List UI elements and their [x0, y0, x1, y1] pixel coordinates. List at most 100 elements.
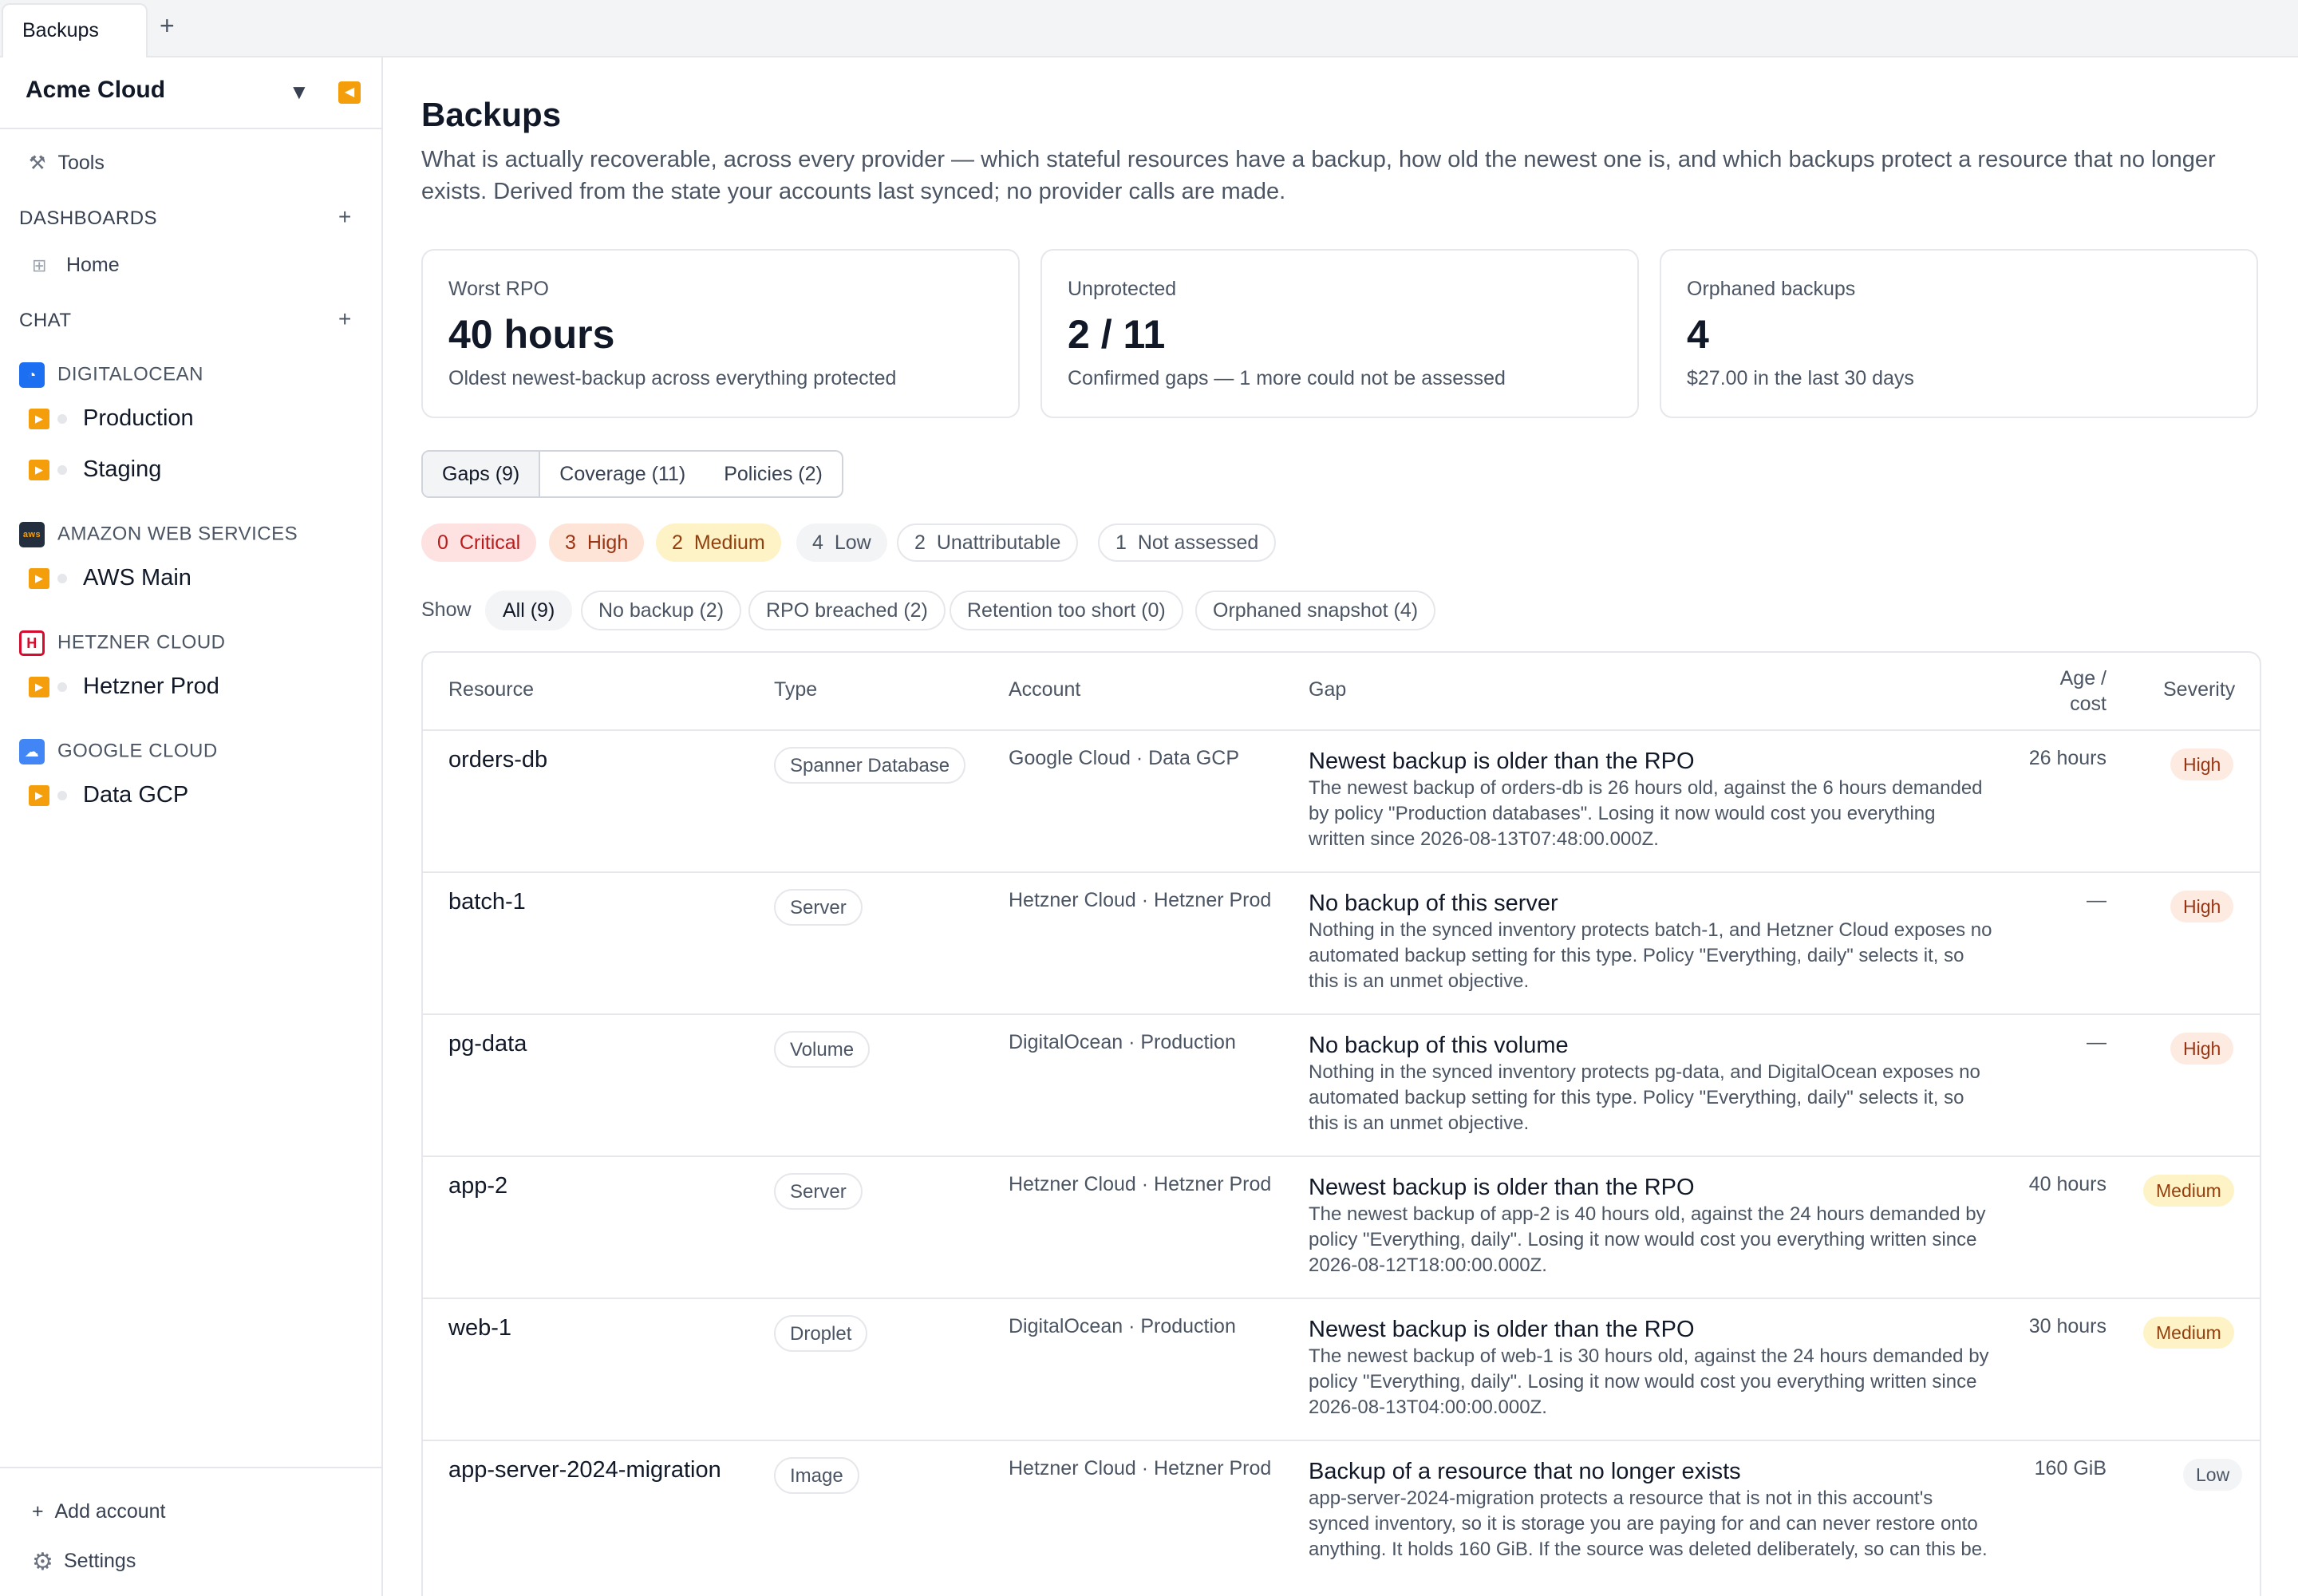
card-value: 4	[1687, 312, 1709, 357]
status-dot	[57, 574, 67, 584]
card-subtext: $27.00 in the last 30 days	[1687, 367, 1914, 389]
status-dot	[57, 682, 67, 693]
table-row[interactable]: web-1 Droplet DigitalOcean · Production …	[423, 1298, 2260, 1440]
table-row[interactable]: orders-db Spanner Database Google Cloud …	[423, 729, 2260, 871]
severity-badge: High	[2170, 749, 2234, 780]
status-dot	[57, 465, 67, 476]
type-badge: Droplet	[774, 1315, 868, 1352]
plus-icon: +	[32, 1500, 55, 1523]
provider-aws: aws AMAZON WEB SERVICES	[19, 522, 298, 547]
settings-button[interactable]: ⚙ Settings	[32, 1548, 136, 1576]
account-item-aws-main[interactable]: ▶ AWS Main	[29, 565, 192, 591]
type-badge: Server	[774, 889, 863, 926]
type-badge: Image	[774, 1457, 859, 1494]
severity-badge: Medium	[2143, 1175, 2234, 1207]
filter-all[interactable]: All (9)	[485, 591, 573, 630]
card-unprotected: Unprotected 2 / 11 Confirmed gaps — 1 mo…	[1040, 249, 1639, 418]
workspace-caret-icon[interactable]: ▼	[289, 80, 310, 105]
filter-no-backup[interactable]: No backup (2)	[581, 591, 742, 630]
filter-orphaned-snapshot[interactable]: Orphaned snapshot (4)	[1195, 591, 1436, 630]
account-cell: DigitalOcean · Production	[1009, 1031, 1236, 1053]
type-badge: Spanner Database	[774, 747, 966, 784]
table-row[interactable]: batch-1 Server Hetzner Cloud · Hetzner P…	[423, 871, 2260, 1013]
collapse-sidebar-icon[interactable]: ◀	[338, 81, 361, 104]
gap-title: No backup of this server	[1309, 891, 1558, 916]
provider-hetzner: H HETZNER CLOUD	[19, 630, 226, 656]
severity-pill-low[interactable]: 4 Low	[796, 523, 887, 562]
column-header-age-cost[interactable]: Age / cost	[2006, 666, 2106, 717]
severity-pill-high[interactable]: 3 High	[549, 523, 645, 562]
gap-title: No backup of this volume	[1309, 1033, 1569, 1058]
age-cost-cell: 40 hours	[2028, 1173, 2106, 1195]
provider-digitalocean: ◔ DIGITALOCEAN	[19, 362, 203, 388]
gear-icon: ⚙	[32, 1549, 53, 1575]
gap-cell: Backup of a resource that no longer exis…	[1309, 1457, 1995, 1562]
pill-count: 3	[565, 531, 576, 554]
gap-description: The newest backup of app-2 is 40 hours o…	[1309, 1203, 1986, 1276]
column-header-gap[interactable]: Gap	[1309, 653, 1346, 701]
page-description: What is actually recoverable, across eve…	[421, 147, 2216, 204]
account-label: Data GCP	[83, 782, 189, 808]
resource-name: orders-db	[448, 747, 548, 772]
account-item-hetzner-prod[interactable]: ▶ Hetzner Prod	[29, 674, 219, 700]
filter-retention-too-short[interactable]: Retention too short (0)	[950, 591, 1183, 630]
column-header-severity[interactable]: Severity	[2163, 653, 2235, 701]
card-value: 40 hours	[448, 312, 615, 357]
column-header-resource[interactable]: Resource	[448, 653, 534, 701]
sidebar-item-tools[interactable]: ⚒ Tools	[29, 152, 105, 175]
column-header-account[interactable]: Account	[1009, 653, 1080, 701]
type-badge: Server	[774, 1173, 863, 1210]
resource-name: app-server-2024-migration	[448, 1457, 721, 1483]
gap-description: The newest backup of orders-db is 26 hou…	[1309, 777, 1983, 850]
play-icon: ▶	[29, 785, 49, 807]
tab-gaps[interactable]: Gaps (9)	[423, 452, 541, 496]
table-row[interactable]: app-2 Server Hetzner Cloud · Hetzner Pro…	[423, 1156, 2260, 1298]
account-item-production[interactable]: ▶ Production	[29, 405, 194, 432]
resource-name: pg-data	[448, 1031, 527, 1057]
grid-icon: ⊞	[32, 255, 47, 275]
tab-policies[interactable]: Policies (2)	[705, 452, 842, 496]
tab-coverage[interactable]: Coverage (11)	[540, 452, 705, 496]
tools-icon: ⚒	[29, 152, 46, 174]
gap-description: app-server-2024-migration protects a res…	[1309, 1487, 1988, 1560]
pill-count: 0	[437, 531, 448, 554]
play-icon: ▶	[29, 568, 49, 590]
table-row[interactable]: pg-data Volume DigitalOcean · Production…	[423, 1013, 2260, 1156]
gap-title: Newest backup is older than the RPO	[1309, 1175, 1695, 1200]
account-item-data-gcp[interactable]: ▶ Data GCP	[29, 782, 188, 808]
resource-name: web-1	[448, 1315, 511, 1341]
account-cell: DigitalOcean · Production	[1009, 1315, 1236, 1337]
column-header-type[interactable]: Type	[774, 653, 817, 701]
account-cell: Google Cloud · Data GCP	[1009, 747, 1240, 769]
severity-pill-critical[interactable]: 0 Critical	[421, 523, 537, 562]
table-row[interactable]: app-server-2024-migration Image Hetzner …	[423, 1440, 2260, 1582]
new-tab-button[interactable]: +	[160, 13, 175, 38]
add-dashboard-button[interactable]: +	[338, 204, 351, 230]
gap-title: Newest backup is older than the RPO	[1309, 749, 1695, 774]
settings-label: Settings	[64, 1550, 136, 1573]
gap-description: Nothing in the synced inventory protects…	[1309, 1061, 1980, 1134]
pill-label: Medium	[693, 531, 765, 554]
workspace-name[interactable]: Acme Cloud	[26, 77, 165, 104]
provider-google-cloud: ☁ GOOGLE CLOUD	[19, 739, 218, 764]
gap-title: Newest backup is older than the RPO	[1309, 1317, 1695, 1342]
tab-backups[interactable]: Backups	[2, 3, 148, 57]
pill-label: Low	[834, 531, 871, 554]
severity-pill-unattributable[interactable]: 2 Unattributable	[897, 523, 1079, 562]
provider-name: GOOGLE CLOUD	[57, 740, 218, 762]
add-chat-button[interactable]: +	[338, 306, 351, 332]
dashboards-section-label: DASHBOARDS	[19, 207, 158, 229]
pill-label: High	[586, 531, 629, 554]
add-account-button[interactable]: + Add account	[32, 1500, 166, 1523]
gap-description: The newest backup of web-1 is 30 hours o…	[1309, 1345, 1989, 1418]
account-cell: Hetzner Cloud · Hetzner Prod	[1009, 1457, 1272, 1479]
severity-pill-medium[interactable]: 2 Medium	[656, 523, 781, 562]
card-label: Orphaned backups	[1687, 278, 1856, 300]
sidebar-item-home[interactable]: ⊞ Home	[32, 254, 120, 277]
severity-pill-not-assessed[interactable]: 1 Not assessed	[1098, 523, 1277, 562]
filter-rpo-breached[interactable]: RPO breached (2)	[748, 591, 946, 630]
account-item-staging[interactable]: ▶ Staging	[29, 456, 161, 483]
view-tabs: Gaps (9) Coverage (11) Policies (2)	[421, 450, 843, 498]
pill-count: 2	[914, 531, 926, 554]
card-value: 2 / 11	[1068, 312, 1166, 357]
